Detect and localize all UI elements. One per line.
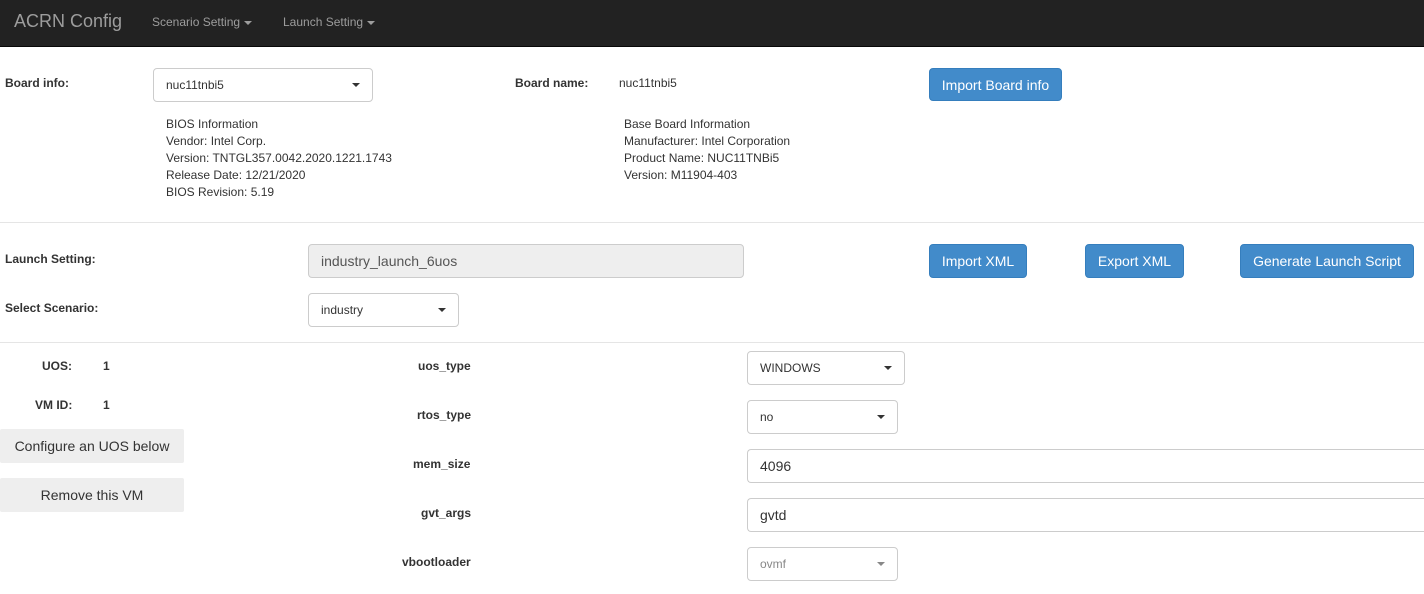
launch-setting-label: Launch Setting: (5, 252, 96, 266)
board-info-label: Board info: (5, 76, 69, 90)
import-board-info-button[interactable]: Import Board info (929, 68, 1062, 101)
board-name-label: Board name: (515, 76, 589, 90)
baseboard-line: Product Name: NUC11TNBi5 (624, 151, 780, 165)
vm-id-label: VM ID: (35, 398, 73, 412)
nav-launch-setting-label: Launch Setting (283, 15, 364, 29)
board-name-value: nuc11tnbi5 (619, 76, 677, 90)
navbar: ACRN Config Scenario Setting Launch Sett… (0, 0, 1424, 47)
baseboard-line: Version: M11904-403 (624, 168, 738, 182)
rtos-type-label: rtos_type (417, 408, 472, 422)
chevron-down-icon (877, 562, 885, 566)
baseboard-line: Manufacturer: Intel Corporation (624, 134, 791, 148)
chevron-down-icon (877, 415, 885, 419)
uos-value: 1 (103, 359, 110, 373)
gvt-args-input[interactable]: gvtd (747, 498, 1424, 532)
configure-uos-button[interactable]: Configure an UOS below (0, 429, 184, 463)
scenario-selected: industry (321, 303, 364, 317)
vbootloader-selected: ovmf (760, 557, 787, 571)
brand-title[interactable]: ACRN Config (14, 11, 122, 32)
rtos-type-selected: no (760, 410, 774, 424)
select-scenario-label: Select Scenario: (5, 301, 99, 315)
rtos-type-select[interactable]: no (747, 400, 898, 434)
vbootloader-select[interactable]: ovmf (747, 547, 898, 581)
nav-launch-setting[interactable]: Launch Setting (283, 15, 376, 29)
baseboard-line: Base Board Information (624, 117, 751, 131)
uos-type-selected: WINDOWS (760, 361, 821, 375)
generate-launch-script-button[interactable]: Generate Launch Script (1240, 244, 1414, 278)
vm-id-value: 1 (103, 398, 110, 412)
bios-line: BIOS Revision: 5.19 (166, 185, 275, 199)
board-info-select[interactable]: nuc11tnbi5 (153, 68, 373, 102)
base-board-information: Base Board Information Manufacturer: Int… (624, 116, 790, 184)
launch-setting-input[interactable]: industry_launch_6uos (308, 244, 744, 278)
chevron-down-icon (438, 308, 446, 312)
remove-vm-button[interactable]: Remove this VM (0, 478, 184, 512)
select-scenario-select[interactable]: industry (308, 293, 459, 327)
uos-type-select[interactable]: WINDOWS (747, 351, 905, 385)
chevron-down-icon (884, 366, 892, 370)
bios-line: Vendor: Intel Corp. (166, 134, 267, 148)
divider (0, 222, 1424, 223)
nav-scenario-setting-label: Scenario Setting (152, 15, 241, 29)
chevron-down-icon (352, 83, 360, 87)
uos-label: UOS: (42, 359, 72, 373)
nav-scenario-setting[interactable]: Scenario Setting (152, 15, 253, 29)
caret-down-icon (244, 20, 253, 25)
board-info-selected: nuc11tnbi5 (166, 78, 224, 92)
vbootloader-label: vbootloader (402, 555, 471, 569)
divider (0, 342, 1424, 343)
uos-type-label: uos_type (418, 359, 471, 373)
mem-size-input[interactable]: 4096 (747, 449, 1424, 483)
import-xml-button[interactable]: Import XML (929, 244, 1027, 278)
mem-size-label: mem_size (413, 457, 471, 471)
caret-down-icon (367, 20, 376, 25)
bios-line: BIOS Information (166, 117, 259, 131)
bios-information: BIOS Information Vendor: Intel Corp. Ver… (166, 116, 392, 201)
export-xml-button[interactable]: Export XML (1085, 244, 1184, 278)
bios-line: Release Date: 12/21/2020 (166, 168, 306, 182)
bios-line: Version: TNTGL357.0042.2020.1221.1743 (166, 151, 392, 165)
gvt-args-label: gvt_args (421, 506, 472, 520)
